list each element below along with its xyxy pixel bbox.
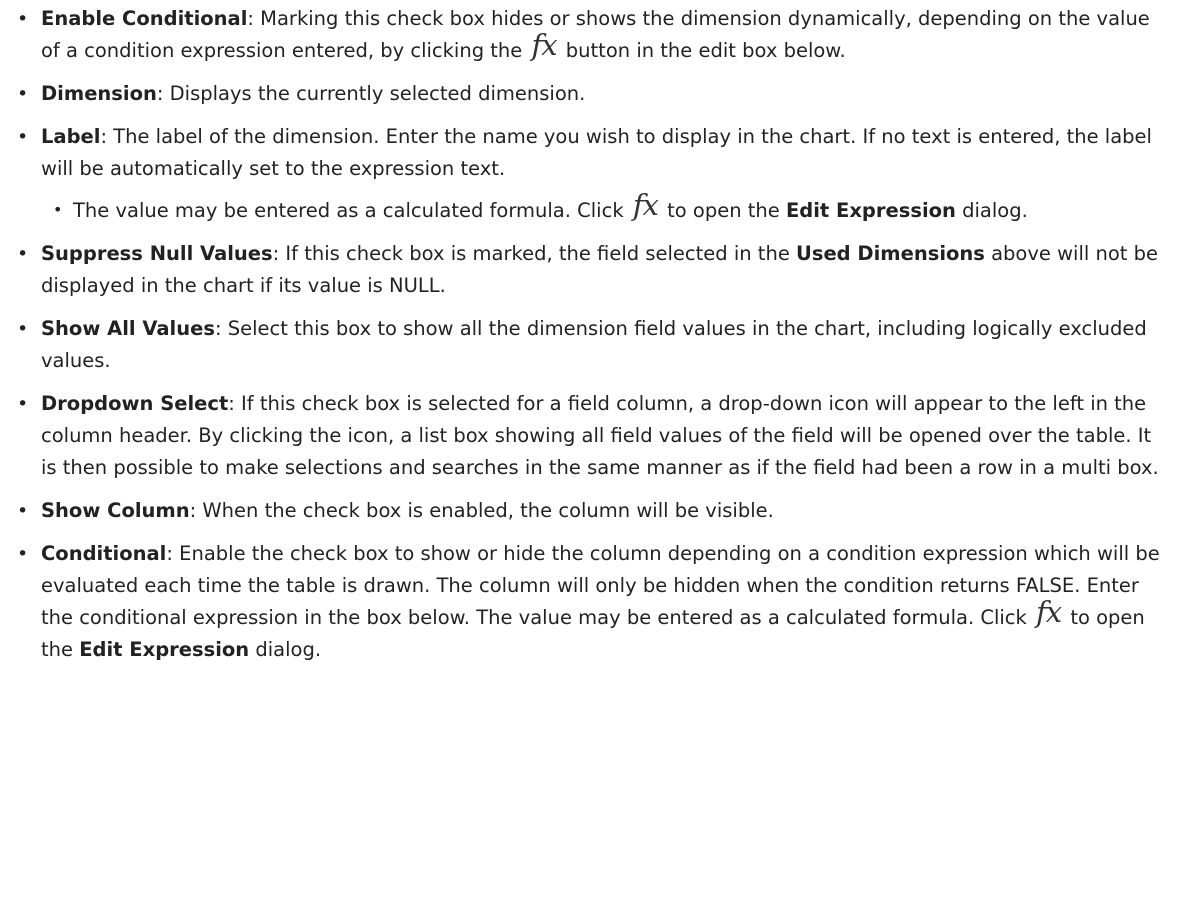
list-item-show-all-values: Show All Values: Select this box to show… [0, 313, 1180, 377]
description-text: : The label of the dimension. Enter the … [41, 125, 1152, 180]
used-dimensions-term: Used Dimensions [796, 242, 985, 265]
term-dimension: Dimension [41, 82, 157, 105]
term-label: Label [41, 125, 101, 148]
sub-list: The value may be entered as a calculated… [41, 191, 1166, 227]
term-suppress-null-values: Suppress Null Values [41, 242, 273, 265]
fx-icon: fx [531, 28, 558, 62]
help-document: Enable Conditional: Marking this check b… [0, 0, 1180, 666]
term-conditional: Conditional [41, 542, 167, 565]
description-text: : When the check box is enabled, the col… [189, 499, 774, 522]
sub-text: to open the [667, 199, 780, 222]
description-text: : Displays the currently selected dimens… [156, 82, 586, 105]
fx-icon: fx [1036, 595, 1062, 629]
sub-list-item: The value may be entered as a calculated… [0, 188, 1166, 227]
edit-expression-term: Edit Expression [79, 638, 250, 661]
list-item-conditional: Conditional: Enable the check box to sho… [0, 538, 1180, 666]
description-text: dialog. [255, 638, 322, 661]
description-text: button in the edit box below. [565, 39, 846, 62]
property-list: Enable Conditional: Marking this check b… [0, 3, 1180, 666]
term-dropdown-select: Dropdown Select [41, 392, 229, 415]
term-show-all-values: Show All Values [41, 317, 215, 340]
description-text: : If this check box is marked, the field… [272, 242, 790, 265]
sub-text: dialog. [962, 199, 1028, 222]
term-show-column: Show Column [41, 499, 190, 522]
term-enable-conditional: Enable Conditional [41, 7, 248, 30]
edit-expression-term: Edit Expression [785, 199, 956, 222]
list-item-dropdown-select: Dropdown Select: If this check box is se… [0, 388, 1180, 484]
list-item-label: Label: The label of the dimension. Enter… [0, 121, 1180, 227]
list-item-show-column: Show Column: When the check box is enabl… [0, 495, 1180, 527]
list-item-dimension: Dimension: Displays the currently select… [0, 78, 1180, 110]
sub-text: The value may be entered as a calculated… [73, 199, 624, 222]
fx-icon: fx [632, 188, 659, 222]
description-text: : Enable the check box to show or hide t… [41, 542, 1160, 629]
list-item-enable-conditional: Enable Conditional: Marking this check b… [0, 3, 1180, 67]
list-item-suppress-null-values: Suppress Null Values: If this check box … [0, 238, 1180, 302]
